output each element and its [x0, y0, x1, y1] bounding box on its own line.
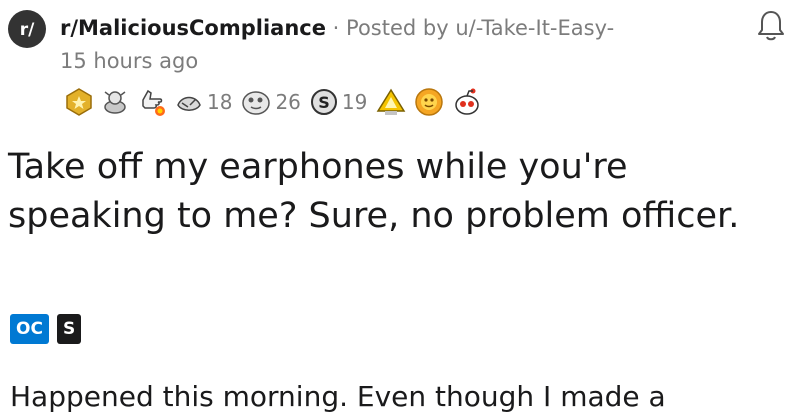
- award-count: 26: [275, 90, 301, 114]
- award-gold[interactable]: [64, 87, 94, 117]
- dollar-award-icon: S: [310, 89, 337, 115]
- wholesome-award-icon: [142, 89, 165, 116]
- awards-row[interactable]: 18 26 S 19: [64, 84, 489, 120]
- award-wholesome[interactable]: [136, 86, 168, 118]
- award-starstruck[interactable]: [413, 86, 445, 118]
- meta-separator: ·: [332, 16, 340, 40]
- svg-text:r/: r/: [20, 20, 35, 40]
- gold-award-icon: [66, 88, 92, 116]
- take-my-energy-award-icon: [377, 88, 406, 115]
- award-silver[interactable]: 26: [240, 87, 302, 117]
- svg-text:S: S: [318, 93, 330, 112]
- award-take-my-energy[interactable]: [375, 87, 407, 117]
- post-title[interactable]: Take off my earphones while you're speak…: [8, 143, 768, 241]
- award-hugz[interactable]: 18: [174, 87, 234, 117]
- helpful-award-icon: [104, 91, 126, 114]
- award-dollar[interactable]: S 19: [309, 87, 369, 117]
- flair-row: OC S: [10, 314, 89, 344]
- post-meta: r/MaliciousCompliance · Posted by u/-Tak…: [60, 12, 700, 78]
- subreddit-link[interactable]: r/MaliciousCompliance: [60, 16, 326, 40]
- starstruck-award-icon: [415, 88, 444, 116]
- bell-icon: [758, 11, 784, 41]
- award-count: 18: [207, 90, 233, 114]
- post-time[interactable]: 15 hours ago: [60, 49, 198, 73]
- hugz-award-icon: [177, 96, 201, 111]
- award-snoo[interactable]: [451, 86, 483, 118]
- subreddit-glyph-icon: r/: [20, 20, 35, 40]
- post-body: Happened this morning. Even though I mad…: [10, 380, 666, 413]
- notification-bell-button[interactable]: [756, 9, 786, 47]
- oc-flair[interactable]: OC: [10, 314, 49, 344]
- subreddit-icon[interactable]: r/: [8, 10, 46, 48]
- silver-award-icon: [242, 91, 271, 115]
- spoiler-flair[interactable]: S: [56, 314, 82, 344]
- snoo-award-icon: [455, 88, 480, 115]
- award-helpful[interactable]: [100, 87, 130, 117]
- award-count: 19: [341, 90, 368, 114]
- posted-by-link[interactable]: Posted by u/-Take-It-Easy-: [346, 16, 614, 40]
